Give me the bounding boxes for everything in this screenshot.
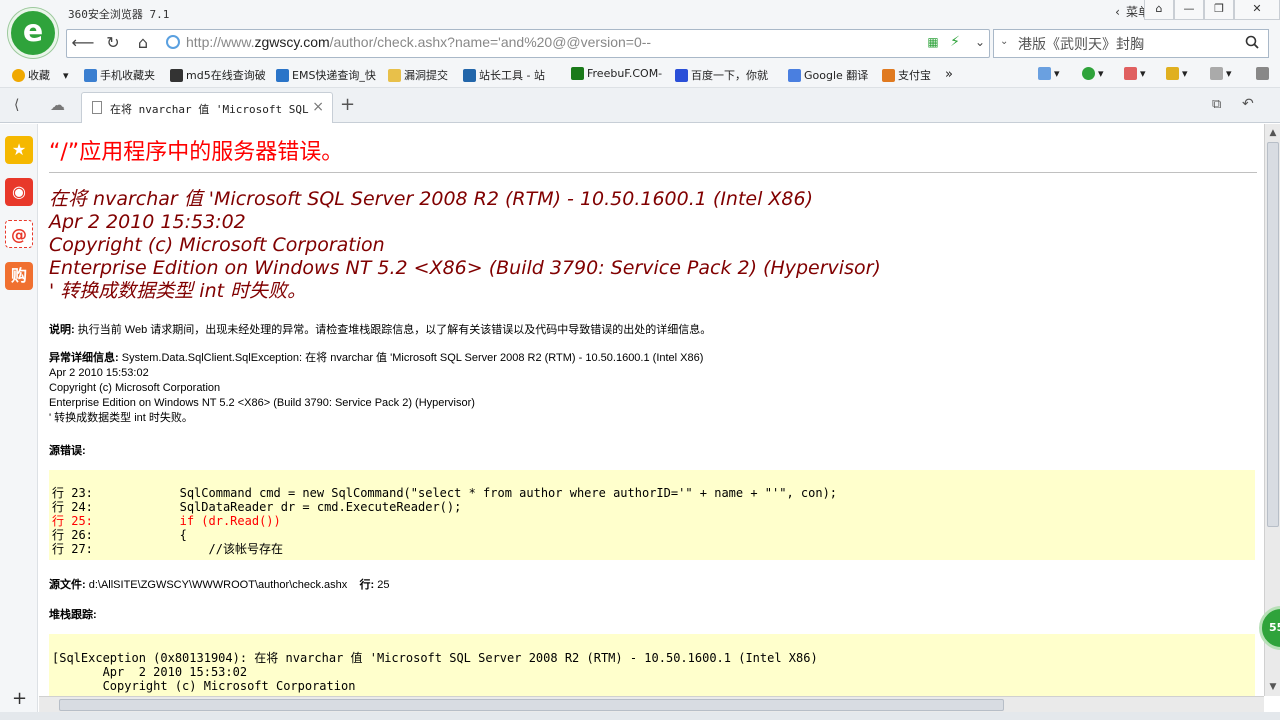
star-icon — [12, 68, 25, 82]
bookmark-ems[interactable]: EMS快递查询_快 — [276, 67, 376, 83]
tab-list-icon[interactable]: ⧉ — [1212, 97, 1221, 112]
app-title: 360安全浏览器 7.1 — [68, 8, 170, 21]
cloud-icon[interactable]: ☁ — [50, 96, 65, 114]
bookmark-baidu[interactable]: 百度一下，你就 — [675, 67, 768, 83]
tab-scroll-left-icon[interactable]: ⟨ — [14, 97, 19, 113]
code-line: 行 24: SqlDataReader dr = cmd.ExecuteRead… — [52, 500, 462, 514]
paw-icon — [675, 68, 688, 82]
vertical-scroll-thumb[interactable] — [1267, 142, 1279, 527]
screenshot-icon[interactable]: ▾ — [1210, 67, 1232, 80]
bookmarks-bar: 收藏 ▾ 手机收藏夹 md5在线查询破 EMS快递查询_快 漏洞提交 站长工具 -… — [0, 62, 1280, 88]
title-bar: 360安全浏览器 7.1 ‹ 菜单 ⌂ — ❐ ✕ — [0, 0, 1280, 26]
bookmark-mobile-favorites[interactable]: 手机收藏夹 — [84, 67, 155, 83]
bookmark-favorites[interactable]: 收藏 ▾ — [12, 67, 69, 83]
page-content: “/”应用程序中的服务器错误。 在将 nvarchar 值 'Microsoft… — [39, 124, 1264, 696]
window-controls: ⌂ — ❐ ✕ — [1144, 0, 1280, 22]
add-sidebar-icon[interactable]: + — [12, 688, 27, 709]
translate-icon — [788, 68, 801, 82]
shopping-icon[interactable]: 购 — [5, 262, 33, 290]
home-window-button[interactable]: ⌂ — [1144, 0, 1174, 20]
stack-line: Copyright (c) Microsoft Corporation — [52, 679, 356, 693]
code-line-error: 行 25: if (dr.Read()) — [52, 514, 281, 528]
minimize-button[interactable]: — — [1174, 0, 1204, 20]
title-divider — [49, 172, 1257, 173]
search-engine-chevron-icon[interactable]: ⌄ — [1000, 36, 1008, 47]
new-tab-button[interactable]: + — [340, 94, 355, 115]
ems-icon — [276, 68, 289, 82]
bookmark-alipay[interactable]: 支付宝 — [882, 67, 931, 83]
status-bar — [0, 712, 1280, 720]
scroll-up-icon[interactable]: ▲ — [1267, 127, 1279, 139]
weibo-icon[interactable]: ◉ — [5, 178, 33, 206]
more-bookmarks-icon[interactable]: » — [945, 67, 953, 82]
favorites-star-icon[interactable]: ★ — [5, 136, 33, 164]
close-window-button[interactable]: ✕ — [1234, 0, 1280, 20]
refresh-icon[interactable]: ↻ — [98, 29, 128, 56]
url-text[interactable]: http://www.zgwscy.com/author/check.ashx?… — [186, 34, 651, 50]
home-icon[interactable]: ⌂ — [128, 29, 158, 56]
security-shield-icon[interactable]: ▾ — [1082, 67, 1104, 80]
document-icon — [92, 101, 102, 114]
code-line: 行 27: //该帐号存在 — [52, 542, 283, 556]
folder-icon — [388, 68, 401, 82]
tab-title: 在将 nvarchar 值 'Microsoft SQL Se — [110, 103, 310, 116]
grid-icon — [170, 68, 183, 82]
tab-active[interactable]: 在将 nvarchar 值 'Microsoft SQL Se × — [81, 92, 333, 123]
toolbar-expand-icon[interactable] — [1256, 67, 1269, 80]
phone-icon — [84, 68, 97, 82]
extension-apps-icon[interactable]: ▾ — [1038, 67, 1060, 80]
bookmark-google-translate[interactable]: Google 翻译 — [788, 67, 868, 83]
email-icon[interactable]: @ — [5, 220, 33, 248]
source-error-label: 源错误: — [49, 445, 86, 457]
bookmark-vuln-submit[interactable]: 漏洞提交 — [388, 67, 448, 83]
page-title: “/”应用程序中的服务器错误。 — [49, 140, 344, 165]
back-arrow-icon[interactable]: ⟵ — [68, 29, 98, 56]
tool-icon — [463, 68, 476, 82]
alipay-icon — [882, 68, 895, 82]
left-sidebar: ★ ◉ @ 购 — [0, 124, 38, 720]
undo-close-tab-icon[interactable]: ↶ — [1242, 96, 1254, 112]
f-icon — [571, 67, 584, 80]
browser-logo[interactable]: e — [8, 8, 58, 58]
globe-icon — [166, 35, 180, 49]
stack-trace-label: 堆栈跟踪: — [49, 609, 97, 621]
stack-line: Apr 2 2010 15:53:02 — [52, 665, 248, 679]
chevron-left-icon[interactable]: ‹ — [1115, 5, 1120, 19]
scroll-down-icon[interactable]: ▼ — [1267, 681, 1279, 693]
exception-details: 异常详细信息: System.Data.SqlClient.SqlExcepti… — [49, 352, 704, 424]
bookmark-md5[interactable]: md5在线查询破 — [170, 67, 266, 83]
adblock-icon[interactable]: ▾ — [1124, 67, 1146, 80]
horizontal-scrollbar[interactable] — [39, 696, 1264, 712]
extension-box-icon[interactable]: ▾ — [1166, 67, 1188, 80]
bookmark-freebuf[interactable]: FreebuF.COM- — [571, 67, 662, 80]
stack-line: [SqlException (0x80131904): 在将 nvarchar … — [52, 651, 818, 665]
chevron-down-icon[interactable]: ⌄ — [965, 29, 995, 56]
description: 说明: 执行当前 Web 请求期间，出现未经处理的异常。请检查堆栈跟踪信息，以了… — [49, 324, 712, 336]
source-file: 源文件: d:\AllSITE\ZGWSCY\WWWROOT\author\ch… — [49, 579, 390, 591]
horizontal-scroll-thumb[interactable] — [59, 699, 1004, 711]
source-code-box: 行 23: SqlCommand cmd = new SqlCommand("s… — [49, 470, 1255, 560]
code-line: 行 23: SqlCommand cmd = new SqlCommand("s… — [52, 486, 838, 500]
e-logo-icon: e — [22, 14, 44, 49]
stack-trace-box: [SqlException (0x80131904): 在将 nvarchar … — [49, 634, 1255, 696]
bookmark-webmaster-tools[interactable]: 站长工具 - 站 — [463, 67, 545, 83]
tab-bar: ⟨ ☁ 在将 nvarchar 值 'Microsoft SQL Se × + … — [0, 88, 1280, 123]
tab-close-icon[interactable]: × — [312, 99, 324, 115]
error-heading: 在将 nvarchar 值 'Microsoft SQL Server 2008… — [49, 188, 881, 302]
search-icon[interactable] — [1245, 35, 1259, 49]
maximize-button[interactable]: ❐ — [1204, 0, 1234, 20]
code-line: 行 26: { — [52, 528, 187, 542]
search-query[interactable]: 港版《武则天》封胸 — [1018, 34, 1144, 54]
